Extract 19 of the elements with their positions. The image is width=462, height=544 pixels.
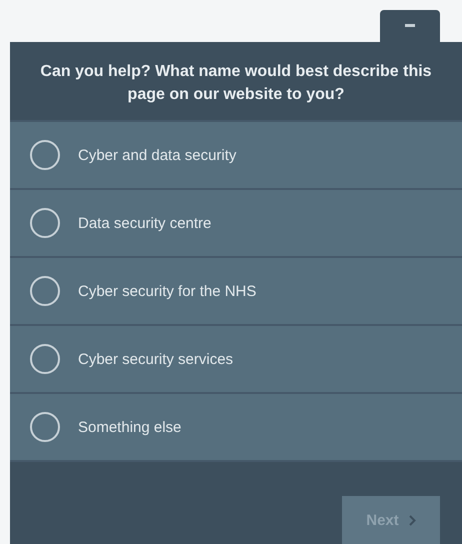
answer-option[interactable]: Something else [10,392,462,460]
collapse-tab[interactable] [380,10,440,42]
radio-button[interactable] [30,412,60,442]
answer-option[interactable]: Cyber security for the NHS [10,256,462,324]
option-label: Cyber and data security [78,146,236,164]
option-label: Something else [78,418,182,436]
radio-button[interactable] [30,208,60,238]
answer-option[interactable]: Data security centre [10,188,462,256]
option-label: Cyber security services [78,350,234,368]
option-label: Data security centre [78,214,212,232]
survey-question: Can you help? What name would best describe this page on our website to you? [39,62,433,105]
radio-button[interactable] [30,276,60,306]
option-label: Cyber security for the NHS [78,282,256,300]
radio-button[interactable] [30,344,60,374]
minus-icon [405,24,415,28]
answer-option[interactable]: Cyber and data security [10,120,462,188]
answer-option[interactable]: Cyber security services [10,324,462,392]
chevron-right-icon [408,514,416,526]
radio-button[interactable] [30,140,60,170]
